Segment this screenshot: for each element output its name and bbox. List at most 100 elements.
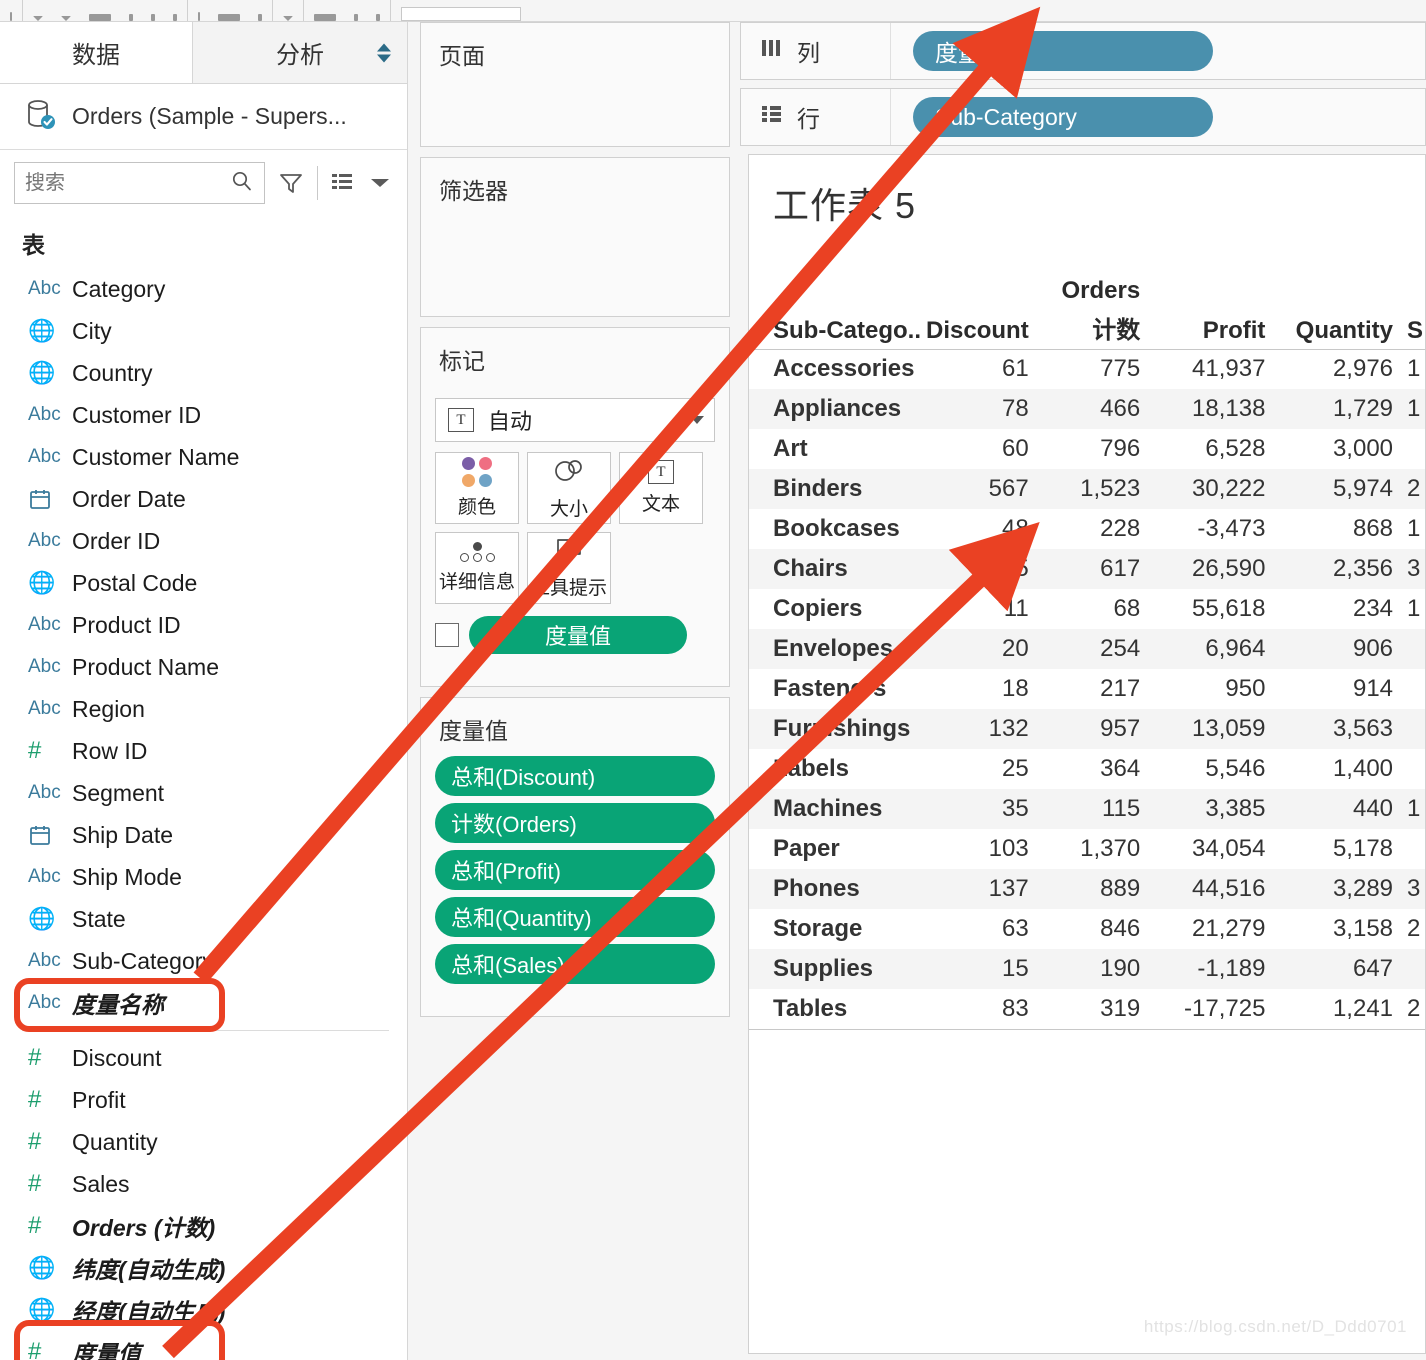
search-input[interactable] xyxy=(25,171,230,195)
table-row[interactable]: Storage 63 846 21,279 3,158 2 xyxy=(749,909,1425,949)
field-order-date[interactable]: Order Date xyxy=(0,478,407,520)
pause-icon[interactable] xyxy=(151,14,155,21)
tab-data[interactable]: 数据 xyxy=(0,22,192,83)
rows-shelf[interactable]: 行 Sub-Category xyxy=(740,88,1426,146)
header-sub-category[interactable]: Sub-Catego.. xyxy=(749,309,925,350)
field-customer-name[interactable]: Abc Customer Name xyxy=(0,436,407,478)
columns-pill-measure-names[interactable]: 度量名称 xyxy=(913,31,1213,71)
toolbar-group-1[interactable] xyxy=(0,0,23,21)
table-row[interactable]: Supplies 15 190 -1,189 647 xyxy=(749,949,1425,989)
columns-shelf[interactable]: 列 度量名称 xyxy=(740,22,1426,80)
field-country[interactable]: 🌐 Country xyxy=(0,352,407,394)
field-order-id[interactable]: Abc Order ID xyxy=(0,520,407,562)
table-row[interactable]: Labels 25 364 5,546 1,400 xyxy=(749,749,1425,789)
sort-desc-icon[interactable] xyxy=(258,14,262,21)
measure-value-pill[interactable]: 总和(Sales) xyxy=(435,944,715,984)
header-sales-clipped[interactable]: S xyxy=(1407,309,1425,350)
search-box[interactable] xyxy=(14,162,265,204)
rows-pill-sub-category[interactable]: Sub-Category xyxy=(913,97,1213,137)
field-ship-date[interactable]: Ship Date xyxy=(0,814,407,856)
clear-icon[interactable] xyxy=(173,14,177,21)
table-row[interactable]: Furnishings 132 957 13,059 3,563 xyxy=(749,709,1425,749)
chevron-down-icon[interactable] xyxy=(690,416,704,424)
sort-arrows-icon[interactable] xyxy=(377,43,391,62)
field-city[interactable]: 🌐 City xyxy=(0,310,407,352)
field-measure-names[interactable]: Abc 度量名称 xyxy=(0,982,407,1024)
field-latitude-generated[interactable]: 🌐 纬度(自动生成) xyxy=(0,1247,407,1289)
toolbar-group-2[interactable] xyxy=(23,0,188,21)
header-profit[interactable]: Profit xyxy=(1154,309,1280,350)
marks-pill-icon[interactable] xyxy=(435,623,459,647)
marks-detail-button[interactable]: 详细信息 xyxy=(435,532,519,604)
field-discount[interactable]: # Discount xyxy=(0,1037,407,1079)
filters-card[interactable]: 筛选器 xyxy=(420,157,730,317)
tab-analysis[interactable]: 分析 xyxy=(192,22,407,83)
columns-shelf-body[interactable]: 度量名称 xyxy=(891,31,1425,71)
field-sales[interactable]: # Sales xyxy=(0,1163,407,1205)
toolbar-group-4[interactable] xyxy=(273,0,304,21)
field-row-id[interactable]: # Row ID xyxy=(0,730,407,772)
table-row[interactable]: Accessories 61 775 41,937 2,976 1 xyxy=(749,349,1425,389)
table-row[interactable]: Phones 137 889 44,516 3,289 3 xyxy=(749,869,1425,909)
save-icon[interactable] xyxy=(89,14,111,21)
field-profit[interactable]: # Profit xyxy=(0,1079,407,1121)
rows-shelf-body[interactable]: Sub-Category xyxy=(891,97,1425,137)
measure-value-pill[interactable]: 总和(Profit) xyxy=(435,850,715,890)
header-orders-count[interactable]: 计数 xyxy=(1042,309,1155,350)
pages-card[interactable]: 页面 xyxy=(420,22,730,147)
table-row[interactable]: Machines 35 115 3,385 440 1 xyxy=(749,789,1425,829)
sort-asc-icon[interactable] xyxy=(218,14,240,21)
table-row[interactable]: Envelopes 20 254 6,964 906 xyxy=(749,629,1425,669)
field-postal-code[interactable]: 🌐 Postal Code xyxy=(0,562,407,604)
chevron-down-icon[interactable] xyxy=(368,166,393,200)
swap-axis-icon[interactable] xyxy=(198,12,200,21)
table-row[interactable]: Appliances 78 466 18,138 1,729 1 xyxy=(749,389,1425,429)
redo-icon[interactable] xyxy=(61,16,71,21)
field-product-id[interactable]: Abc Product ID xyxy=(0,604,407,646)
top-toolbar[interactable] xyxy=(0,0,1426,22)
table-row[interactable]: Art 60 796 6,528 3,000 xyxy=(749,429,1425,469)
header-discount[interactable]: Discount xyxy=(924,309,1043,350)
table-row[interactable]: Paper 103 1,370 34,054 5,178 xyxy=(749,829,1425,869)
field-ship-mode[interactable]: Abc Ship Mode xyxy=(0,856,407,898)
show-me-icon[interactable] xyxy=(376,14,380,21)
search-icon[interactable] xyxy=(230,169,254,198)
presentation-icon[interactable] xyxy=(354,14,358,21)
fit-icon[interactable] xyxy=(314,14,336,21)
field-state[interactable]: 🌐 State xyxy=(0,898,407,940)
field-sub-category[interactable]: Abc Sub-Category xyxy=(0,940,407,982)
marks-measure-values-pill[interactable]: 度量值 xyxy=(469,616,687,654)
field-product-name[interactable]: Abc Product Name xyxy=(0,646,407,688)
field-measure-values[interactable]: # 度量值 xyxy=(0,1331,407,1360)
measure-value-pill[interactable]: 总和(Quantity) xyxy=(435,897,715,937)
field-longitude-generated[interactable]: 🌐 经度(自动生成) xyxy=(0,1289,407,1331)
refresh-icon[interactable] xyxy=(129,14,133,21)
header-quantity[interactable]: Quantity xyxy=(1279,309,1408,350)
datasource-row[interactable]: Orders (Sample - Supers... xyxy=(0,84,407,150)
marks-tooltip-button[interactable]: 工具提示 xyxy=(527,532,611,604)
marks-size-button[interactable]: 大小 xyxy=(527,452,611,524)
marks-color-button[interactable]: 颜色 xyxy=(435,452,519,524)
marks-text-button[interactable]: T 文本 xyxy=(619,452,703,524)
measure-value-pill[interactable]: 总和(Discount) xyxy=(435,756,715,796)
highlight-icon[interactable] xyxy=(283,16,293,21)
field-orders-count[interactable]: # Orders (计数) xyxy=(0,1205,407,1247)
field-quantity[interactable]: # Quantity xyxy=(0,1121,407,1163)
table-row[interactable]: Tables 83 319 -17,725 1,241 2 xyxy=(749,989,1425,1029)
table-row[interactable]: Bookcases 48 228 -3,473 868 1 xyxy=(749,509,1425,549)
measure-value-pill[interactable]: 计数(Orders) xyxy=(435,803,715,843)
toolbar-group-5[interactable] xyxy=(304,0,391,21)
table-row[interactable]: Binders 567 1,523 30,222 5,974 2 xyxy=(749,469,1425,509)
new-worksheet-icon[interactable] xyxy=(10,12,12,21)
toolbar-group-6[interactable] xyxy=(391,0,531,21)
field-customer-id[interactable]: Abc Customer ID xyxy=(0,394,407,436)
field-category[interactable]: Abc Category xyxy=(0,268,407,310)
toolbar-group-3[interactable] xyxy=(188,0,273,21)
field-region[interactable]: Abc Region xyxy=(0,688,407,730)
field-segment[interactable]: Abc Segment xyxy=(0,772,407,814)
filter-icon[interactable] xyxy=(277,166,305,200)
list-view-icon[interactable] xyxy=(330,166,356,200)
table-row[interactable]: Copiers 11 68 55,618 234 1 xyxy=(749,589,1425,629)
mark-type-dropdown[interactable]: T 自动 xyxy=(435,398,715,442)
show-me-panel[interactable] xyxy=(401,7,521,21)
